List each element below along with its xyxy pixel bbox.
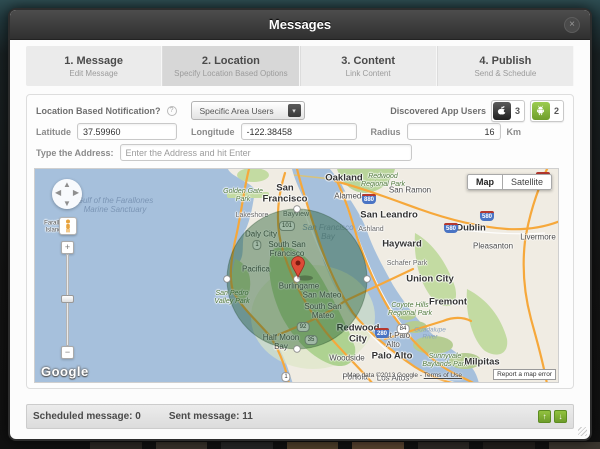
steps-bar: 1. Message Edit Message 2. Location Specify…: [26, 46, 574, 86]
android-user-count: 2: [554, 106, 559, 116]
sent-value: 11: [242, 411, 253, 422]
audience-dropdown[interactable]: Specific Area Users ▾: [191, 101, 305, 120]
terms-of-use-link[interactable]: Terms of Use: [424, 372, 462, 379]
map-pan-control[interactable]: ▲ ▼ ◀ ▶: [52, 179, 82, 209]
modal-header: Messages ×: [10, 10, 590, 40]
ios-user-count: 3: [515, 106, 520, 116]
coordinates-row: Latitude Longitude Radius Km: [34, 121, 566, 142]
map-overlay-layer: [35, 169, 559, 383]
modal-title: Messages: [269, 17, 331, 32]
step-subtitle: Link Content: [346, 69, 391, 78]
attribution-text: Map data ©2013 Google -: [347, 372, 422, 379]
step-tab-2[interactable]: 2. Location Specify Location Based Option…: [162, 46, 299, 86]
android-icon: [532, 102, 550, 120]
notification-label: Location Based Notification?: [36, 106, 161, 116]
zoom-slider-handle[interactable]: [61, 295, 74, 303]
pan-down-icon[interactable]: ▼: [63, 199, 71, 208]
close-icon[interactable]: ×: [564, 17, 580, 33]
modal-footer-bar: Scheduled message: 0 Sent message: 11 ↑ …: [26, 404, 574, 429]
scheduled-message-count: Scheduled message: 0: [33, 411, 141, 422]
map-canvas[interactable]: Gulf of the Farallones Marine SanctuaryF…: [34, 168, 559, 383]
scroll-up-button[interactable]: ↑: [538, 410, 551, 423]
report-map-error-button[interactable]: Report a map error: [493, 369, 556, 380]
scheduled-label: Scheduled message:: [33, 411, 132, 422]
radius-label: Radius: [371, 127, 401, 137]
step-title: 2. Location: [202, 55, 260, 67]
scheduled-value: 0: [135, 411, 141, 422]
address-input[interactable]: [120, 144, 412, 161]
pan-left-icon[interactable]: ◀: [55, 188, 61, 197]
latitude-label: Latitude: [36, 127, 71, 137]
android-users-badge[interactable]: 2: [530, 100, 564, 122]
step-title: 1. Message: [64, 55, 123, 67]
step-subtitle: Edit Message: [69, 69, 117, 78]
address-row: Type the Address:: [34, 142, 566, 163]
map-type-switch: Map Satellite: [467, 174, 552, 190]
address-label: Type the Address:: [36, 148, 114, 158]
background-thumbnails: [0, 442, 600, 449]
satellite-view-button[interactable]: Satellite: [502, 174, 552, 190]
audience-row: Location Based Notification? ? Specific …: [34, 100, 566, 121]
step-tab-3[interactable]: 3. Content Link Content: [300, 46, 437, 86]
chevron-down-icon: ▾: [288, 104, 301, 117]
radius-unit-label: Km: [507, 127, 522, 137]
sent-label: Sent message:: [169, 411, 240, 422]
zoom-out-button[interactable]: −: [61, 346, 74, 359]
step-tab-1[interactable]: 1. Message Edit Message: [26, 46, 162, 86]
discovered-label: Discovered App Users: [390, 106, 486, 116]
google-logo: Google: [41, 364, 89, 379]
map-view-button[interactable]: Map: [467, 174, 502, 190]
pegman-icon[interactable]: [59, 217, 77, 235]
discovered-app-users: Discovered App Users 3: [390, 100, 564, 122]
longitude-field[interactable]: [241, 123, 357, 140]
step-tab-4[interactable]: 4. Publish Send & Schedule: [437, 46, 574, 86]
scroll-down-button[interactable]: ↓: [554, 410, 567, 423]
radius-field[interactable]: [407, 123, 501, 140]
pan-up-icon[interactable]: ▲: [63, 180, 71, 189]
help-icon[interactable]: ?: [167, 106, 177, 116]
sent-message-count: Sent message: 11: [169, 411, 253, 422]
longitude-label: Longitude: [191, 127, 235, 137]
step-subtitle: Send & Schedule: [474, 69, 536, 78]
messages-modal: Messages × 1. Message Edit Message 2. Loca…: [8, 8, 592, 441]
apple-icon: [493, 102, 511, 120]
location-panel: Location Based Notification? ? Specific …: [26, 94, 574, 389]
map-attribution: Map data ©2013 Google - Terms of Use: [347, 372, 462, 379]
audience-dropdown-value: Specific Area Users: [200, 106, 274, 116]
step-subtitle: Specify Location Based Options: [174, 69, 287, 78]
resize-grip[interactable]: [578, 427, 587, 436]
pan-right-icon[interactable]: ▶: [73, 188, 79, 197]
latitude-field[interactable]: [77, 123, 177, 140]
zoom-in-button[interactable]: +: [61, 241, 74, 254]
ios-users-badge[interactable]: 3: [491, 100, 525, 122]
step-title: 4. Publish: [479, 55, 531, 67]
step-title: 3. Content: [341, 55, 395, 67]
